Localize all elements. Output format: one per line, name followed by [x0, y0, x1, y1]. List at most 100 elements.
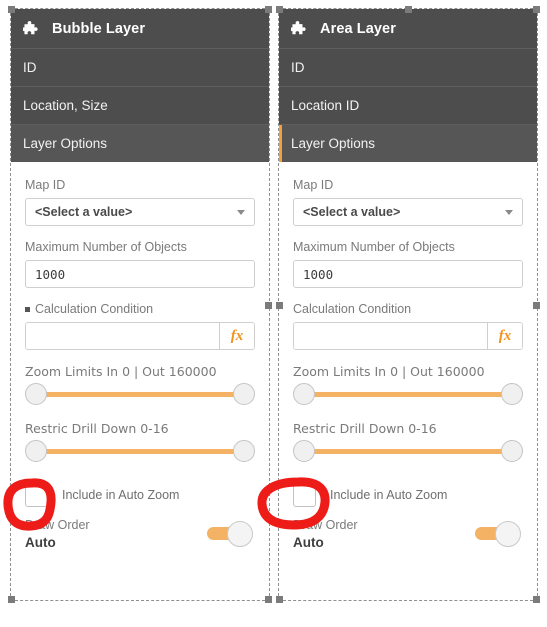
resize-handle-bottom-left[interactable] [276, 596, 283, 603]
resize-handle-top-left[interactable] [276, 6, 283, 13]
max-objects-value: 1000 [303, 266, 334, 282]
include-auto-zoom-label: Include in Auto Zoom [330, 488, 448, 502]
draw-order-row: Draw Order Auto [293, 518, 523, 550]
max-objects-value: 1000 [35, 266, 66, 282]
draw-order-text: Draw Order Auto [25, 518, 90, 550]
include-auto-zoom-row[interactable]: Include in Auto Zoom [293, 478, 523, 512]
drill-down-field: Restric Drill Down 0-16 [25, 421, 255, 462]
sidebar-item-layer-options[interactable]: Layer Options [11, 124, 269, 162]
draw-order-toggle[interactable] [475, 521, 521, 547]
panel-titlebar: Area Layer [279, 9, 537, 48]
draw-order-row: Draw Order Auto [25, 518, 255, 550]
slider-handle-min[interactable] [25, 383, 47, 405]
sidebar-item-id[interactable]: ID [279, 48, 537, 86]
sidebar-item-layer-options[interactable]: Layer Options [279, 124, 537, 162]
zoom-limits-slider[interactable] [293, 383, 523, 405]
tab-accent-bar [279, 125, 282, 162]
map-id-field: Map ID <Select a value> [293, 178, 523, 226]
drill-down-slider[interactable] [293, 440, 523, 462]
slider-handle-min[interactable] [293, 440, 315, 462]
drill-down-label: Restric Drill Down 0-16 [293, 421, 437, 436]
max-objects-field: Maximum Number of Objects 1000 [293, 240, 523, 288]
max-objects-input[interactable]: 1000 [293, 260, 523, 288]
calculation-condition-row: fx [25, 322, 255, 350]
slider-track [34, 449, 246, 454]
map-id-label: Map ID [293, 178, 334, 192]
max-objects-label: Maximum Number of Objects [293, 240, 455, 254]
zoom-limits-label: Zoom Limits In 0 | Out 160000 [25, 364, 217, 379]
draw-order-value: Auto [293, 535, 324, 550]
resize-handle-bottom-left[interactable] [8, 596, 15, 603]
max-objects-input[interactable]: 1000 [25, 260, 255, 288]
sidebar-item-label: Location ID [291, 98, 360, 113]
bubble-layer-panel[interactable]: Bubble Layer ID Location, Size Layer Opt… [8, 6, 272, 603]
sidebar-item-label: ID [23, 60, 37, 75]
bullet-marker [25, 306, 30, 312]
include-auto-zoom-row[interactable]: Include in Auto Zoom [25, 478, 255, 512]
fx-icon: fx [498, 327, 512, 344]
slider-track [34, 392, 246, 397]
include-auto-zoom-label: Include in Auto Zoom [62, 488, 180, 502]
sidebar-item-location-id[interactable]: Location ID [279, 86, 537, 124]
draw-order-text: Draw Order Auto [293, 518, 358, 550]
sidebar-item-label: Layer Options [291, 136, 376, 151]
resize-handle-middle-left[interactable] [276, 301, 283, 309]
resize-handle-middle-right[interactable] [265, 301, 272, 309]
slider-handle-max[interactable] [233, 440, 255, 462]
calculation-condition-input[interactable] [26, 323, 219, 349]
sidebar-item-label: Layer Options [23, 136, 108, 151]
expression-fx-button[interactable]: fx [487, 323, 522, 349]
panel-title: Area Layer [320, 20, 396, 37]
screenshot-root: Bubble Layer ID Location, Size Layer Opt… [0, 0, 547, 627]
fx-icon: fx [230, 327, 244, 344]
panel-title: Bubble Layer [52, 20, 146, 37]
slider-handle-min[interactable] [293, 383, 315, 405]
toggle-knob [227, 521, 253, 547]
draw-order-label: Draw Order [293, 518, 358, 532]
slider-handle-max[interactable] [501, 440, 523, 462]
resize-handle-top-left[interactable] [8, 6, 15, 13]
max-objects-field: Maximum Number of Objects 1000 [25, 240, 255, 288]
sidebar-item-location-size[interactable]: Location, Size [11, 86, 269, 124]
drill-down-label: Restric Drill Down 0-16 [25, 421, 169, 436]
map-id-field: Map ID <Select a value> [25, 178, 255, 226]
slider-handle-min[interactable] [25, 440, 47, 462]
resize-handle-top-center[interactable] [405, 6, 412, 13]
resize-handle-middle-right[interactable] [533, 301, 540, 309]
draw-order-label: Draw Order [25, 518, 90, 532]
map-id-value: <Select a value> [35, 205, 133, 219]
resize-handle-bottom-right[interactable] [265, 596, 272, 603]
drill-down-slider[interactable] [25, 440, 255, 462]
draw-order-toggle[interactable] [207, 521, 253, 547]
map-id-label: Map ID [25, 178, 66, 192]
include-auto-zoom-checkbox[interactable] [293, 483, 316, 507]
resize-handle-bottom-right[interactable] [533, 596, 540, 603]
map-id-select[interactable]: <Select a value> [25, 198, 255, 226]
panel-header-block: Bubble Layer ID Location, Size Layer Opt… [11, 9, 269, 162]
layer-options-form: Map ID <Select a value> Maximum Number o… [11, 162, 269, 550]
toggle-knob [495, 521, 521, 547]
drill-down-field: Restric Drill Down 0-16 [293, 421, 523, 462]
sidebar-item-id[interactable]: ID [11, 48, 269, 86]
slider-handle-max[interactable] [233, 383, 255, 405]
map-id-select[interactable]: <Select a value> [293, 198, 523, 226]
calculation-condition-label: Calculation Condition [293, 302, 412, 316]
chevron-down-icon [237, 209, 245, 215]
puzzle-icon [23, 20, 40, 37]
area-layer-panel[interactable]: Area Layer ID Location ID Layer Options … [276, 6, 540, 603]
calculation-condition-input[interactable] [294, 323, 487, 349]
expression-fx-button[interactable]: fx [219, 323, 254, 349]
slider-handle-max[interactable] [501, 383, 523, 405]
panel-header-block: Area Layer ID Location ID Layer Options [279, 9, 537, 162]
resize-handle-top-right[interactable] [265, 6, 272, 13]
include-auto-zoom-checkbox[interactable] [25, 483, 48, 507]
chevron-down-icon [505, 209, 513, 215]
resize-handle-top-right[interactable] [533, 6, 540, 13]
calculation-condition-field: Calculation Condition fx [25, 302, 255, 350]
zoom-limits-slider[interactable] [25, 383, 255, 405]
draw-order-value: Auto [25, 535, 56, 550]
zoom-limits-field: Zoom Limits In 0 | Out 160000 [25, 364, 255, 405]
zoom-limits-field: Zoom Limits In 0 | Out 160000 [293, 364, 523, 405]
sidebar-item-label: ID [291, 60, 305, 75]
calculation-condition-field: Calculation Condition fx [293, 302, 523, 350]
